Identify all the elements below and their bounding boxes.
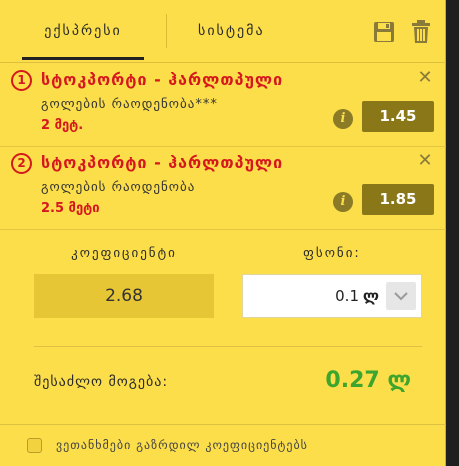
bet-selection: 2.5 მეტი bbox=[41, 201, 100, 216]
tab-express[interactable]: ექსპრესი bbox=[22, 0, 144, 62]
info-icon[interactable]: i bbox=[333, 192, 353, 212]
divider bbox=[34, 346, 422, 347]
coefficient-label: კოეფიციენტი bbox=[71, 246, 177, 261]
stake-label: ფსონი: bbox=[303, 246, 361, 261]
bet-event-title: სტოკპორტი - ჰარლთპული bbox=[41, 70, 284, 89]
bet-event-title: სტოკპორტი - ჰარლთპული bbox=[41, 153, 284, 172]
betslip-tabs: ექსპრესი სისტემა bbox=[0, 0, 446, 63]
bet-odds: 1.85 bbox=[362, 184, 434, 215]
tab-separator bbox=[166, 14, 167, 48]
bet-odds: 1.45 bbox=[362, 101, 434, 132]
lari-currency-icon: ლ bbox=[362, 287, 379, 305]
stake-input[interactable]: 0.1 ლ bbox=[242, 274, 422, 318]
stake-dropdown-button[interactable] bbox=[386, 282, 416, 310]
coefficient-value: 2.68 bbox=[34, 274, 214, 318]
accept-higher-odds-checkbox[interactable] bbox=[27, 438, 42, 453]
bet-item: 1 სტოკპორტი - ჰარლთპული ✕ გოლების რაოდენ… bbox=[0, 63, 446, 147]
betslip-panel: ექსპრესი სისტემა 1 სტოკპორტი - ჰარლთპული… bbox=[0, 0, 446, 466]
info-icon[interactable]: i bbox=[333, 109, 353, 129]
close-icon[interactable]: ✕ bbox=[416, 152, 434, 170]
possible-win-label: შესაძლო მოგება: bbox=[34, 374, 169, 390]
stake-value[interactable]: 0.1 bbox=[335, 275, 359, 317]
divider bbox=[0, 424, 446, 425]
trash-icon[interactable] bbox=[410, 20, 432, 44]
close-icon[interactable]: ✕ bbox=[416, 69, 434, 87]
bet-number-badge: 2 bbox=[11, 153, 32, 174]
accept-higher-odds-label[interactable]: ვეთანხმები გაზრდილ კოეფიციენტებს bbox=[56, 438, 308, 452]
bet-selection: 2 მეტ. bbox=[41, 118, 84, 133]
bet-item: 2 სტოკპორტი - ჰარლთპული ✕ გოლების რაოდენ… bbox=[0, 146, 446, 230]
bet-market: გოლების რაოდენობა bbox=[41, 180, 196, 195]
possible-win-value: 0.27 ლ bbox=[325, 368, 411, 393]
tab-system[interactable]: სისტემა bbox=[198, 0, 265, 62]
save-icon[interactable] bbox=[373, 20, 395, 44]
bet-number-badge: 1 bbox=[11, 70, 32, 91]
chevron-down-icon bbox=[394, 292, 408, 301]
bet-market: გოლების რაოდენობა*** bbox=[41, 97, 218, 112]
